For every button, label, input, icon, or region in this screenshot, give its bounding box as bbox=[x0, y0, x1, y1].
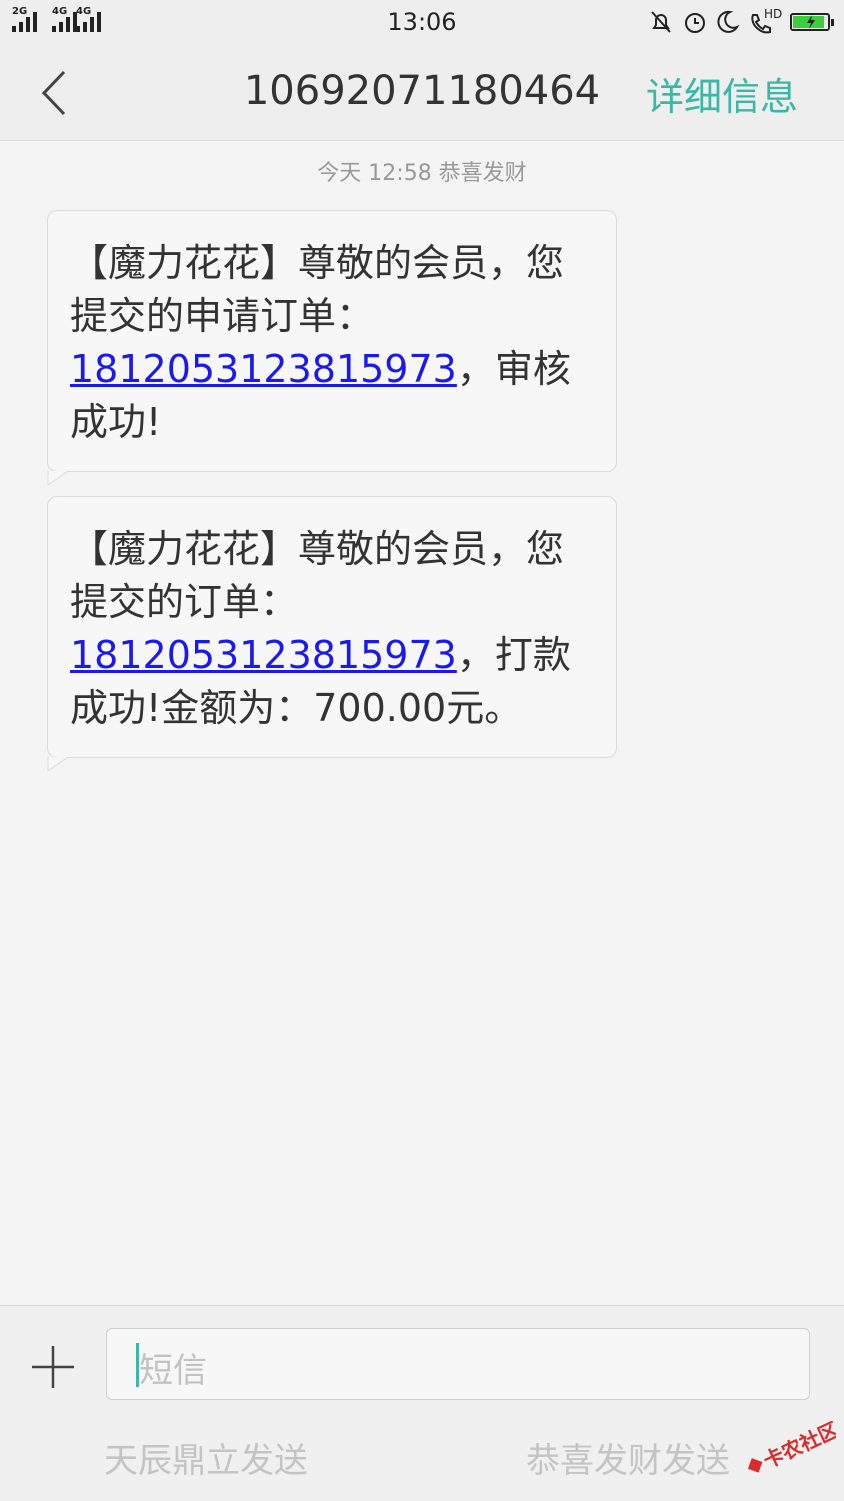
message-composer: 短信 天辰鼎立发送 恭喜发财发送 卡农社区 bbox=[0, 1305, 844, 1501]
order-number-link[interactable]: 1812053123815973 bbox=[70, 633, 457, 677]
order-number-link[interactable]: 1812053123815973 bbox=[70, 347, 457, 391]
message-text: 【魔力花花】尊敬的会员，您提交的申请订单： bbox=[70, 241, 565, 338]
sms-input[interactable]: 短信 bbox=[106, 1328, 810, 1400]
bell-off-icon bbox=[651, 11, 671, 33]
alarm-icon bbox=[685, 13, 705, 33]
hd-label: HD bbox=[764, 7, 783, 21]
phone-hd-icon: HD bbox=[748, 7, 783, 35]
plus-icon[interactable] bbox=[30, 1344, 76, 1390]
bubble-tail bbox=[47, 471, 69, 485]
bubble-tail bbox=[47, 757, 69, 771]
svg-text:卡农社区: 卡农社区 bbox=[760, 1421, 836, 1473]
message-bubble[interactable]: 【魔力花花】尊敬的会员，您提交的申请订单：1812053123815973，审核… bbox=[47, 210, 617, 485]
status-bar: 2G 4G 4G 13:06 HD bbox=[0, 0, 844, 46]
battery-charging-icon bbox=[790, 13, 834, 31]
chevron-left-icon[interactable] bbox=[36, 68, 76, 118]
watermark-logo: 卡农社区 bbox=[747, 1421, 836, 1473]
message-text: 【魔力花花】尊敬的会员，您提交的订单： bbox=[70, 527, 565, 624]
send-sim2-button[interactable]: 恭喜发财发送 bbox=[526, 1433, 730, 1482]
details-button[interactable]: 详细信息 bbox=[646, 66, 798, 121]
conversation-header: 10692071180464 详细信息 bbox=[0, 46, 844, 141]
message-timestamp: 今天 12:58 恭喜发财 bbox=[317, 161, 527, 186]
message-bubble[interactable]: 【魔力花花】尊敬的会员，您提交的订单：1812053123815973，打款成功… bbox=[47, 496, 617, 771]
moon-icon bbox=[717, 10, 740, 33]
send-sim1-button[interactable]: 天辰鼎立发送 bbox=[104, 1433, 308, 1482]
contact-number-title: 10692071180464 bbox=[243, 68, 601, 114]
sms-input-placeholder: 短信 bbox=[139, 1351, 207, 1391]
